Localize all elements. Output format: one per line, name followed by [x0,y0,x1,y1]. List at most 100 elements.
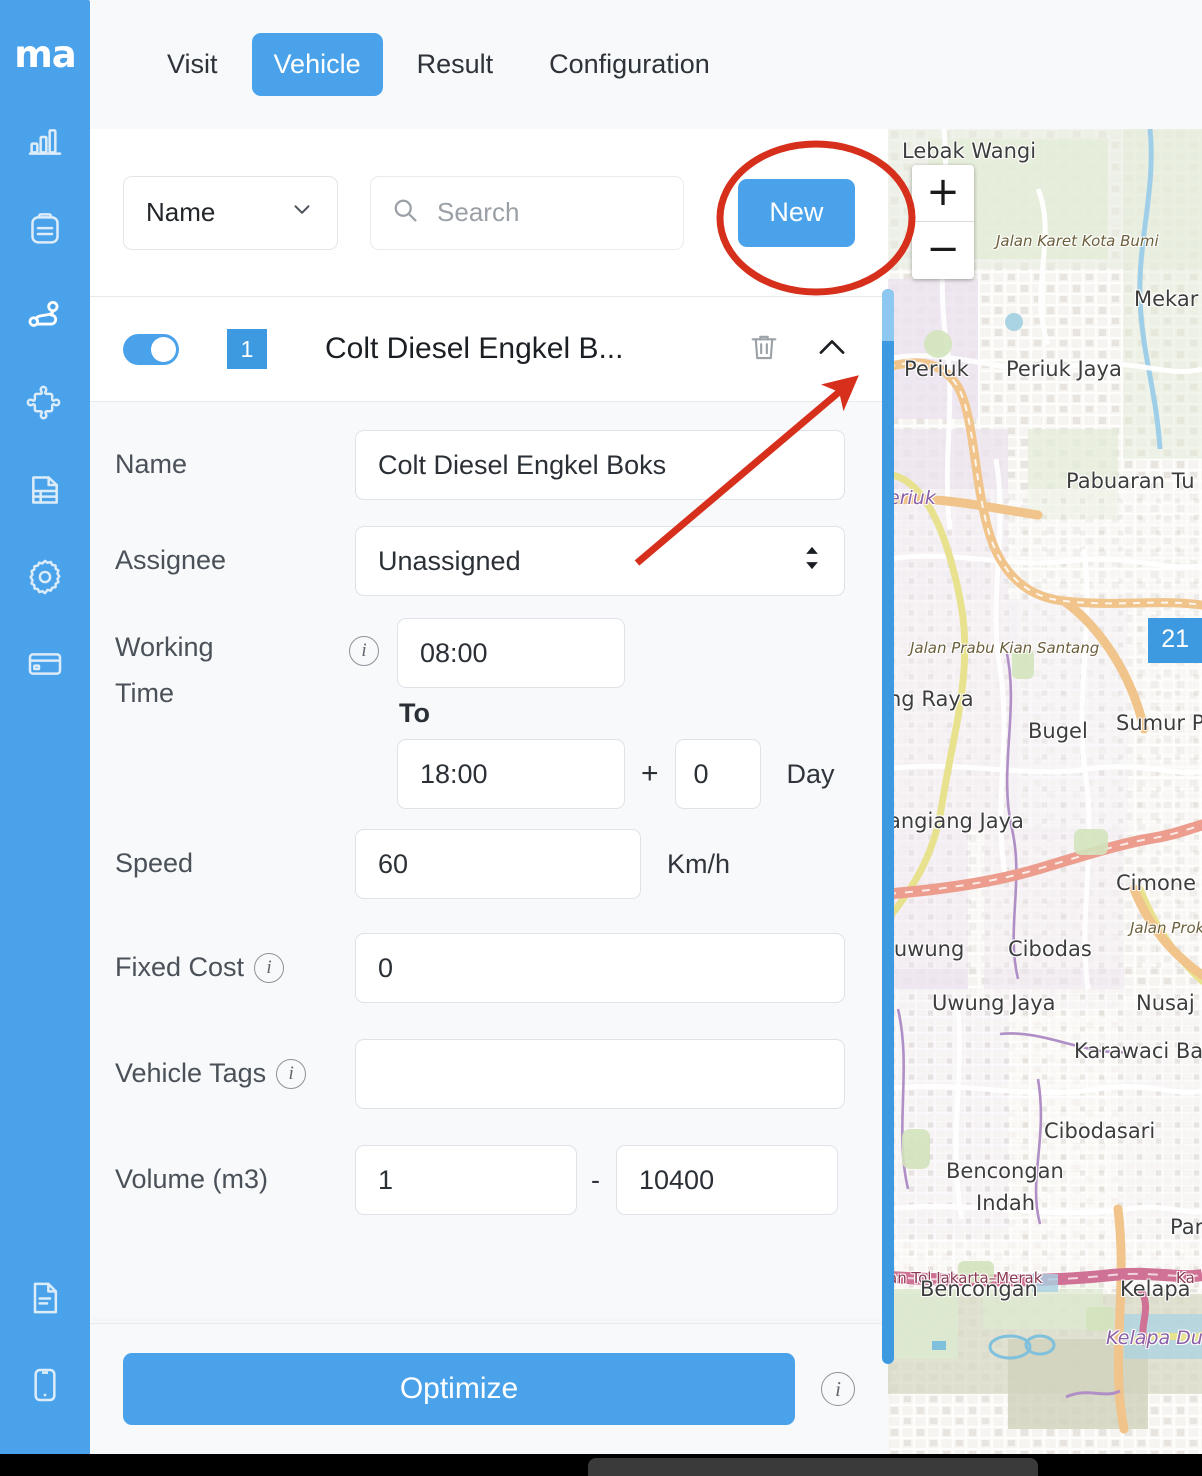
sort-by-value: Name [146,197,216,227]
os-bottom-nub [588,1458,1038,1476]
map-label: Jalan Karet Kota Bumi [996,232,1159,250]
collapse-card-button[interactable] [809,326,855,372]
scrollbar-track-top [882,289,894,341]
tab-configuration[interactable]: Configuration [527,33,732,96]
new-button[interactable]: New [737,178,855,247]
updown-chevron-icon [802,544,822,579]
sidebar-item-orders[interactable] [22,206,68,252]
fixed-cost-input[interactable]: 0 [355,933,845,1003]
app-logo[interactable]: ma [14,36,77,73]
filter-toolbar: Name Search New [90,129,888,297]
map-label: Bugel [1028,719,1088,743]
sidebar-item-docs[interactable] [22,1275,68,1321]
sidebar-item-analytics[interactable] [22,119,68,165]
clipboard-icon [25,209,65,249]
map-marker-badge[interactable]: 21 [1148,618,1202,663]
speed-input[interactable]: 60 [355,829,641,899]
optimize-bar: Optimize i [90,1323,888,1454]
puzzle-icon [24,382,66,424]
working-time-day-offset-input[interactable]: 0 [674,739,761,809]
map-label: ng Raya [888,687,974,711]
map-label: Jalan Prok [1130,919,1202,937]
delete-vehicle-button[interactable] [741,326,787,372]
map-label: angiang Jaya [888,809,1024,833]
form-row-volume: Volume (m3) 1 - 10400 [115,1145,855,1215]
working-time-label-line1: Working [115,632,214,662]
tab-vehicle[interactable]: Vehicle [251,33,383,96]
panel-scrollbar[interactable] [882,289,894,1364]
vehicle-tags-info-icon[interactable]: i [276,1059,307,1089]
map-label: Pabuaran Tu [1066,469,1195,493]
working-time-to-label: To [399,698,430,728]
working-time-plus-sign: + [641,757,659,790]
map-label: Periuk Jaya [1006,357,1122,381]
sidebar-item-integrations[interactable] [22,380,68,426]
mobile-icon [25,1365,65,1405]
volume-max-input[interactable]: 10400 [616,1145,838,1215]
vehicle-card-header: 1 Colt Diesel Engkel B... [90,297,888,402]
fixed-cost-label: Fixed Cost i [115,950,355,986]
volume-label: Volume (m3) [115,1164,269,1195]
sidebar-item-reports[interactable] [22,467,68,513]
name-input[interactable]: Colt Diesel Engkel Boks [355,430,845,500]
form-row-vehicle-tags: Vehicle Tags i [115,1039,855,1109]
search-icon [391,196,419,229]
gear-icon [24,556,66,598]
left-nav-rail: ma [0,0,90,1454]
map-label: Jalan Prabu Kian Santang [910,639,1100,657]
sidebar-item-routes[interactable] [22,293,68,339]
map-label: Kelapa [1120,1277,1191,1301]
zoom-in-button[interactable]: + [912,165,974,222]
vehicle-card-title: Colt Diesel Engkel B... [325,332,624,365]
map-label: Nusaj [1136,991,1195,1015]
toggle-knob [151,336,176,362]
sidebar-item-settings[interactable] [22,554,68,600]
vehicle-sequence-badge: 1 [227,329,267,369]
zoom-out-button[interactable]: − [912,222,974,279]
map-label: Cimone [1116,871,1197,895]
optimize-button[interactable]: Optimize [123,1353,795,1425]
working-time-info-wrap: i [349,618,379,666]
map-label: Kelapa Du [1106,1327,1202,1349]
sort-by-select[interactable]: Name [123,175,339,250]
map-view[interactable]: + − 21 Lebak Wangi Jalan Karet Kota Bumi M… [888,129,1202,1454]
route-icon [24,295,66,337]
sidebar-item-mobile-app[interactable] [22,1362,68,1408]
map-label: Periuk [904,357,969,381]
form-row-assignee: Assignee Unassigned [115,526,855,596]
fixed-cost-info-icon[interactable]: i [254,953,285,983]
vehicle-tags-input[interactable] [355,1039,845,1109]
os-bottom-bar [0,1454,1202,1476]
tab-visit[interactable]: Visit [145,33,240,96]
map-label: Cibodasari [1044,1119,1156,1143]
form-row-working-time: Working Time i 08:00 To 18:00 + 0 Day [115,618,855,809]
tab-result[interactable]: Result [395,33,516,96]
working-time-day-unit: Day [786,758,835,789]
map-label: eriuk [888,487,936,509]
app-root: ma + − 21 Lebak Wangi Jalan Karet Kota B… [0,0,1202,1476]
chevron-up-icon [813,328,851,371]
working-time-info-icon[interactable]: i [349,636,379,666]
working-time-from-input[interactable]: 08:00 [397,618,625,688]
chevron-down-icon [289,196,315,229]
bar-chart-icon [25,122,65,162]
working-time-fields: 08:00 To 18:00 + 0 Day [397,618,835,809]
vehicle-panel: Name Search New 1 Colt Diesel Engkel B..… [90,129,888,1454]
speed-unit: Km/h [667,848,731,879]
vehicle-enable-toggle[interactable] [123,333,179,365]
top-tab-bar: Visit Vehicle Result Configuration [90,0,1202,129]
map-label: Karawaci Ba [1074,1039,1202,1063]
form-row-speed: Speed 60 Km/h [115,829,855,899]
search-input[interactable]: Search [370,175,684,250]
document-icon [25,1278,65,1318]
optimize-info-icon[interactable]: i [821,1372,855,1406]
volume-min-input[interactable]: 1 [355,1145,577,1215]
working-time-to-input[interactable]: 18:00 [397,739,625,809]
form-row-name: Name Colt Diesel Engkel Boks [115,430,855,500]
sidebar-item-billing[interactable] [22,641,68,687]
map-zoom-controls[interactable]: + − [912,165,974,279]
volume-range-separator: - [591,1164,600,1195]
assignee-select[interactable]: Unassigned [355,526,845,596]
map-label: Sumur P [1116,711,1202,735]
map-label: Indah [976,1191,1036,1215]
